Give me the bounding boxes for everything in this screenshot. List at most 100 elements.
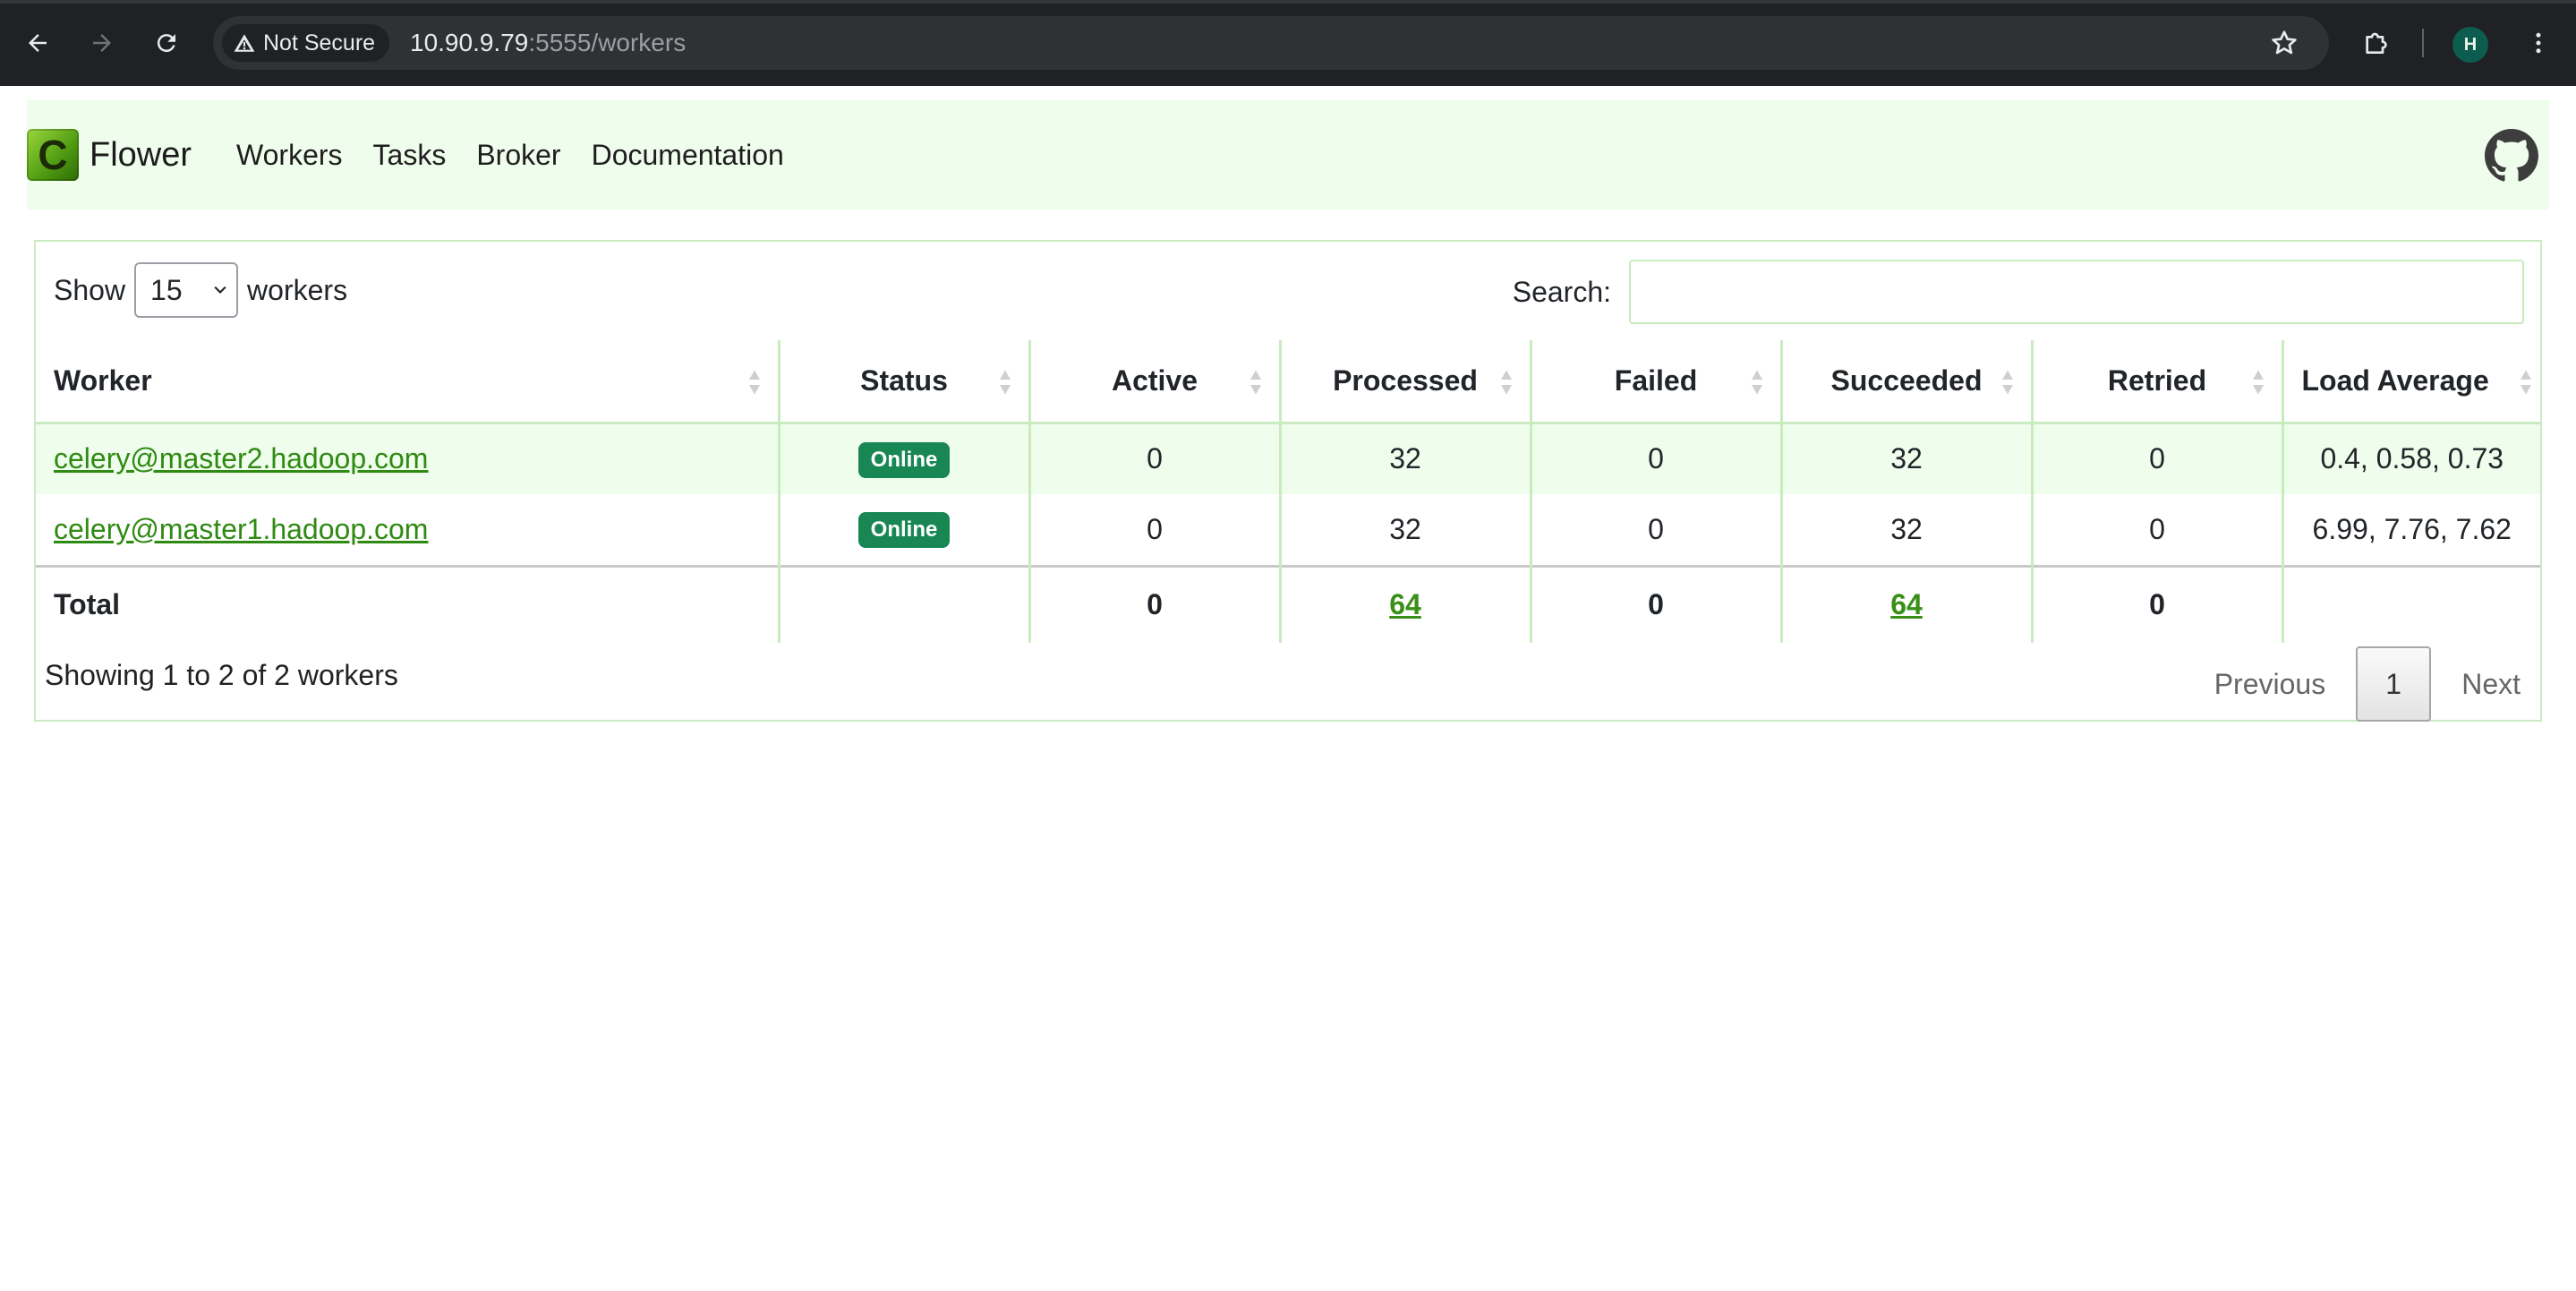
previous-button[interactable]: Previous (2205, 668, 2335, 701)
total-succeeded-cell: 64 (1779, 564, 2032, 643)
column-label: Worker (54, 363, 152, 397)
page-1-button[interactable]: 1 (2356, 646, 2432, 722)
sort-icon (1500, 370, 1512, 395)
total-failed: 0 (1529, 564, 1781, 643)
succeeded-cell: 32 (1779, 494, 2032, 566)
back-button[interactable] (16, 21, 59, 64)
forward-button[interactable] (81, 21, 124, 64)
sort-icon (2001, 370, 2013, 395)
bookmark-button[interactable] (2263, 21, 2306, 64)
page-length-control: Show 15 workers (54, 261, 347, 319)
succeeded-cell: 32 (1779, 423, 2032, 494)
github-icon[interactable] (2485, 129, 2538, 183)
arrow-right-icon (93, 34, 111, 52)
column-header-active[interactable]: Active (1028, 340, 1280, 424)
status-badge: Online (857, 512, 951, 549)
column-label: Processed (1333, 363, 1478, 397)
nav-documentation[interactable]: Documentation (592, 139, 784, 172)
column-label: Failed (1614, 363, 1698, 397)
total-processed-cell: 64 (1278, 564, 1531, 643)
sort-icon (2252, 370, 2264, 395)
column-header-failed[interactable]: Failed (1529, 340, 1781, 424)
pagination: Previous 1 Next (2205, 646, 2529, 722)
column-header-worker[interactable]: Worker (36, 340, 779, 424)
table-row: celery@master2.hadoop.com Online 0 32 0 … (36, 423, 2540, 494)
profile-avatar[interactable]: H (2452, 27, 2488, 63)
brand-name: Flower (90, 135, 192, 174)
column-label: Active (1111, 363, 1198, 397)
total-processed-link[interactable]: 64 (1389, 588, 1421, 620)
nav-workers[interactable]: Workers (236, 139, 343, 172)
sort-icon (2521, 370, 2531, 395)
workers-panel: Show 15 workers Search: Worker Status Ac… (34, 240, 2542, 722)
processed-cell: 32 (1278, 494, 1531, 566)
url-text[interactable]: 10.90.9.79:5555/workers (410, 16, 686, 70)
status-cell: Online (777, 494, 1029, 566)
column-header-retried[interactable]: Retried (2030, 340, 2282, 424)
retried-cell: 0 (2030, 494, 2282, 566)
column-label: Retried (2107, 363, 2207, 397)
worker-cell: celery@master2.hadoop.com (36, 423, 779, 494)
reload-icon (157, 34, 175, 53)
nav-broker[interactable]: Broker (476, 139, 560, 172)
sort-icon (1751, 370, 1762, 395)
reload-button[interactable] (145, 21, 188, 64)
sort-icon (999, 370, 1011, 395)
total-retried: 0 (2030, 564, 2282, 643)
address-bar[interactable]: Not Secure 10.90.9.79:5555/workers (213, 16, 2329, 70)
table-info: Showing 1 to 2 of 2 workers (45, 659, 398, 691)
security-label: Not Secure (263, 30, 376, 56)
failed-cell: 0 (1529, 423, 1781, 494)
column-label: Status (860, 363, 948, 397)
browser-menu-button[interactable] (2517, 21, 2560, 64)
retried-cell: 0 (2030, 423, 2282, 494)
column-header-load-average[interactable]: Load Average (2281, 340, 2540, 424)
star-icon (2272, 30, 2297, 55)
flower-logo: C (27, 129, 79, 181)
url-host: 10.90.9.79 (410, 29, 529, 56)
brand[interactable]: C Flower (27, 100, 192, 209)
column-label: Load Average (2301, 363, 2489, 397)
page-length-select[interactable]: 15 (134, 262, 239, 318)
next-button[interactable]: Next (2452, 668, 2529, 701)
active-cell: 0 (1028, 494, 1280, 566)
search-input[interactable] (1629, 260, 2524, 324)
warning-icon (234, 34, 255, 52)
extensions-button[interactable] (2354, 21, 2397, 64)
worker-link[interactable]: celery@master1.hadoop.com (54, 513, 428, 545)
chevron-down-icon (214, 286, 226, 294)
status-badge: Online (857, 441, 951, 478)
worker-link[interactable]: celery@master2.hadoop.com (54, 442, 428, 475)
load-average-cell: 6.99, 7.76, 7.62 (2281, 494, 2540, 566)
column-label: Succeeded (1830, 363, 1983, 397)
browser-toolbar: Not Secure 10.90.9.79:5555/workers H (0, 0, 2576, 86)
search-label: Search: (1512, 275, 1611, 308)
sort-icon (748, 370, 760, 395)
active-cell: 0 (1028, 423, 1280, 494)
toolbar-divider (2422, 29, 2424, 57)
worker-cell: celery@master1.hadoop.com (36, 494, 779, 566)
search-control: Search: (1513, 260, 2524, 324)
total-succeeded-link[interactable]: 64 (1890, 588, 1923, 620)
total-status-cell (777, 564, 1029, 643)
arrow-left-icon (29, 34, 47, 52)
total-label: Total (36, 564, 779, 643)
nav-tasks[interactable]: Tasks (373, 139, 447, 172)
table-header-row: Worker Status Active Processed Failed Su… (36, 340, 2540, 424)
sort-icon (1250, 370, 1261, 395)
table-row: celery@master1.hadoop.com Online 0 32 0 … (36, 494, 2540, 566)
total-active: 0 (1028, 564, 1280, 643)
total-load-average (2281, 564, 2540, 643)
security-indicator[interactable]: Not Secure (222, 24, 390, 62)
page-length-suffix: workers (247, 273, 348, 306)
load-average-cell: 0.4, 0.58, 0.73 (2281, 423, 2540, 494)
more-vertical-icon (2536, 32, 2541, 54)
workers-table: Worker Status Active Processed Failed Su… (36, 340, 2540, 643)
column-header-processed[interactable]: Processed (1278, 340, 1531, 424)
column-header-status[interactable]: Status (777, 340, 1029, 424)
total-row: Total 0 64 0 64 0 (36, 564, 2540, 643)
tab-strip-edge (0, 0, 2576, 4)
status-cell: Online (777, 423, 1029, 494)
column-header-succeeded[interactable]: Succeeded (1779, 340, 2032, 424)
show-label: Show (54, 273, 126, 306)
